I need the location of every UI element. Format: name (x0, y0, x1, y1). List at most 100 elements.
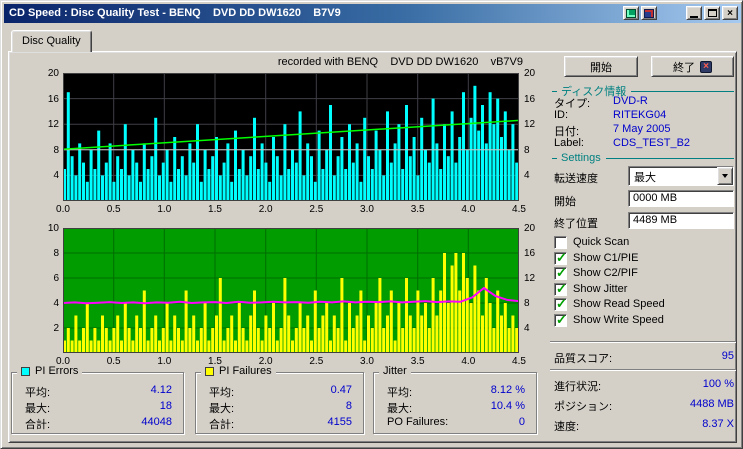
total-value: 4155 (327, 416, 352, 428)
dropdown-button[interactable] (717, 167, 733, 185)
x-tick-label: 2.5 (309, 356, 324, 367)
divider (605, 157, 734, 159)
show-read-speed-checkbox[interactable] (554, 296, 567, 312)
po-failures-value: 0 (518, 416, 525, 428)
avg-label: 平均: (25, 387, 51, 399)
disc-date-value: 7 May 2005 (613, 123, 671, 135)
max-value: 8 (345, 400, 352, 412)
maximize-button[interactable] (704, 6, 720, 20)
position-label: ポジション: (554, 401, 613, 413)
x-tick-label: 0.0 (56, 204, 70, 215)
checkbox-row[interactable]: Show Read Speed (554, 296, 665, 312)
minimize-icon (690, 15, 698, 18)
pi-failures-legend: PI Failures 平均: 0.47 最大: 8 合計: 4155 (195, 365, 364, 434)
checkbox-row[interactable]: Show Jitter (554, 281, 628, 297)
avg-label: 平均: (387, 387, 413, 399)
titlebar-toolbar (623, 6, 657, 20)
settings-header-label: Settings (561, 152, 601, 164)
exit-button[interactable]: 終了 × (651, 56, 734, 77)
max-value: 10.4 % (490, 400, 525, 412)
x-tick-label: 2.5 (309, 204, 324, 215)
y-tick-label-right: 16 (524, 93, 536, 105)
position-value: 4488 MB (689, 398, 734, 410)
jitter-legend: Jitter 平均: 8.12 % 最大: 10.4 % PO Failures: 0 (373, 365, 537, 434)
divider (631, 90, 734, 92)
divider (550, 341, 736, 343)
chart-icon-button[interactable] (623, 6, 639, 20)
max-label: 最大: (209, 403, 235, 415)
tab-disc-quality[interactable]: Disc Quality (11, 30, 92, 52)
settings-section-header: Settings (552, 152, 734, 164)
start-position-input[interactable]: 0000 MB (628, 190, 734, 207)
y-tick-label-left: 4 (53, 170, 59, 182)
y-tick-label-right: 20 (524, 223, 536, 234)
disc-label-value: CDS_TEST_B2 (613, 137, 691, 149)
y-tick-label-right: 8 (524, 298, 530, 309)
y-tick-label-right: 8 (524, 144, 530, 156)
end-position-input[interactable]: 4489 MB (628, 212, 734, 229)
start-position-label: 開始 (554, 196, 576, 208)
max-label: 最大: (387, 403, 413, 415)
checkbox-label: Quick Scan (573, 236, 630, 248)
checkbox-row[interactable]: Show C1/PIE (554, 250, 639, 266)
max-value: 18 (159, 400, 172, 412)
quality-score-value: 95 (721, 350, 734, 362)
x-tick-label: 1.5 (208, 204, 222, 215)
pi-failures-swatch (205, 366, 214, 376)
x-tick-label: 1.0 (157, 356, 172, 367)
start-button-label: 開始 (590, 61, 612, 74)
chevron-down-icon (722, 174, 728, 178)
disc-icon (644, 8, 654, 18)
x-tick-label: 0.5 (106, 204, 121, 215)
checkbox-label: Show C1/PIE (573, 252, 639, 264)
speed-select[interactable]: 最大 (628, 166, 734, 186)
app-window: CD Speed : Disc Quality Test - BENQ DVD … (0, 0, 743, 449)
checkbox-row[interactable]: Show C2/PIF (554, 265, 638, 281)
close-icon: × (727, 7, 733, 19)
disc-type-value: DVD-R (613, 95, 648, 107)
y-tick-label-right: 12 (524, 119, 536, 131)
titlebar[interactable]: CD Speed : Disc Quality Test - BENQ DVD … (4, 4, 741, 23)
x-tick-label: 2.0 (258, 204, 273, 215)
pi-errors-swatch (21, 366, 30, 376)
quick-scan-checkbox[interactable] (554, 235, 567, 249)
show-c1-pie-checkbox[interactable] (554, 250, 567, 266)
avg-value: 4.12 (150, 384, 172, 396)
y-tick-label-left: 8 (53, 144, 59, 156)
show-jitter-checkbox[interactable] (554, 281, 567, 297)
checkbox-row[interactable]: Show Write Speed (554, 312, 664, 328)
y-tick-label-left: 2 (53, 323, 59, 334)
total-label: 合計: (209, 419, 235, 431)
start-button[interactable]: 開始 (564, 56, 638, 77)
y-tick-label-right: 12 (524, 273, 536, 284)
y-tick-label-left: 4 (53, 298, 59, 309)
x-tick-label: 0.0 (56, 356, 70, 367)
checkbox-label: Show Jitter (573, 283, 628, 295)
close-button[interactable]: × (722, 6, 738, 20)
pi-errors-chart (63, 73, 519, 201)
window-title: CD Speed : Disc Quality Test - BENQ DVD … (9, 7, 341, 19)
show-write-speed-checkbox[interactable] (554, 312, 567, 328)
maximize-icon (707, 9, 717, 17)
avg-value: 8.12 % (490, 384, 525, 396)
avg-label: 平均: (209, 387, 235, 399)
y-tick-label-left: 10 (47, 223, 59, 234)
x-tick-label: 3.5 (410, 356, 425, 367)
checkbox-row[interactable]: Quick Scan (554, 235, 629, 249)
quality-score-label: 品質スコア: (554, 353, 613, 365)
po-failures-label: PO Failures: (387, 416, 449, 428)
chart-icon (626, 8, 636, 18)
max-label: 最大: (25, 403, 51, 415)
transfer-speed-label: 転送速度 (554, 173, 598, 185)
show-c2-pif-checkbox[interactable] (554, 265, 567, 281)
minimize-button[interactable] (686, 6, 702, 20)
x-tick-label: 2.0 (258, 356, 273, 367)
disc-icon-button[interactable] (641, 6, 657, 20)
y-tick-label-left: 20 (47, 68, 59, 79)
read-speed-value: 8.37 X (702, 418, 734, 430)
checkbox-label: Show C2/PIF (573, 267, 638, 279)
pi-failures-jitter-chart (63, 228, 519, 353)
avg-value: 0.47 (330, 384, 352, 396)
read-speed-label: 速度: (554, 421, 580, 433)
divider (550, 369, 736, 371)
